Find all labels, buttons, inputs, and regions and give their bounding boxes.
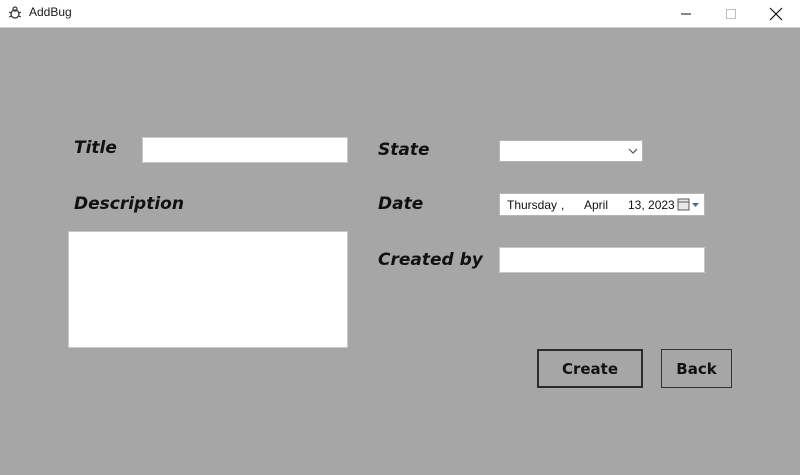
create-button-label: Create: [561, 359, 619, 378]
bug-icon: [8, 6, 22, 19]
date-weekday[interactable]: Thursday: [507, 198, 557, 212]
title-bar: AddBug: [0, 0, 800, 28]
close-button[interactable]: [753, 0, 799, 27]
minimize-button[interactable]: [663, 0, 709, 27]
state-dropdown[interactable]: [499, 140, 643, 162]
date-day-year[interactable]: 13, 2023: [628, 198, 675, 212]
description-label: Description: [74, 194, 184, 214]
minimize-icon: [681, 13, 691, 14]
created-by-label: Created by: [378, 250, 483, 270]
create-button[interactable]: Create: [537, 349, 643, 388]
calendar-icon[interactable]: [677, 198, 701, 212]
chevron-down-icon: [628, 148, 638, 154]
date-separator: ,: [561, 198, 565, 212]
created-by-input[interactable]: [499, 247, 705, 273]
description-textarea[interactable]: [68, 231, 348, 348]
date-picker[interactable]: Thursday , April 13, 2023: [499, 193, 705, 216]
date-month[interactable]: April: [584, 198, 608, 212]
back-button-label: Back: [676, 359, 717, 378]
maximize-button[interactable]: [708, 0, 754, 27]
window-title: AddBug: [29, 5, 72, 19]
maximize-icon: [726, 8, 736, 19]
title-label: Title: [74, 138, 117, 158]
date-label: Date: [378, 194, 424, 214]
state-label: State: [378, 140, 430, 160]
title-input[interactable]: [142, 137, 348, 163]
back-button[interactable]: Back: [661, 349, 732, 388]
close-icon: [769, 7, 783, 20]
